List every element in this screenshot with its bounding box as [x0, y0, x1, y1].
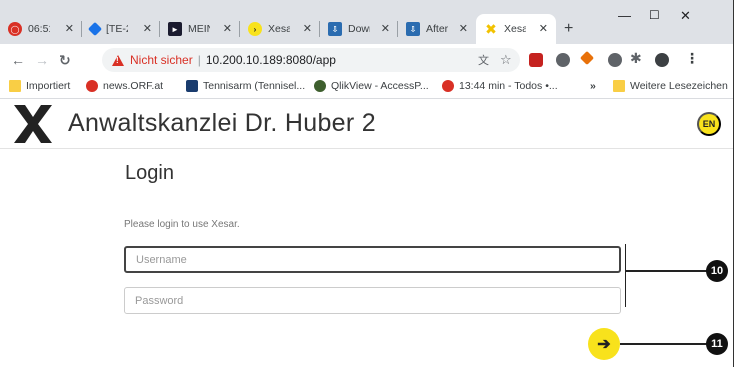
login-title: Login: [125, 162, 174, 184]
puzzle-icon[interactable]: ✱: [630, 50, 642, 67]
dark-square-icon: ►: [168, 22, 182, 36]
tab-title: 06:51: [28, 23, 50, 35]
bookmark-label: news.ORF.at: [103, 80, 164, 92]
tab-title: Xesar: [504, 23, 526, 35]
bookmark-qlikview[interactable]: QlikView - AccessP...: [314, 80, 429, 92]
red-circle-icon: ◯: [8, 22, 22, 36]
close-icon[interactable]: ✕: [303, 22, 312, 35]
app-title: Anwaltskanzlei Dr. Huber 2: [68, 109, 376, 137]
login-submit-button[interactable]: ➔: [588, 328, 620, 360]
address-separator: |: [197, 53, 201, 67]
callout-bracket: [625, 244, 626, 307]
new-tab-button[interactable]: +: [564, 20, 573, 38]
close-icon[interactable]: ✕: [539, 22, 548, 35]
close-icon[interactable]: ✕: [223, 22, 232, 35]
tab-title: Xesar: [268, 23, 290, 35]
yellow-arrow-icon: ›: [248, 22, 262, 36]
close-icon[interactable]: ✕: [65, 22, 74, 35]
back-arrow-icon[interactable]: ←: [11, 52, 25, 68]
tab-title: [TE-2: [106, 23, 128, 35]
url-text[interactable]: 10.200.10.189:8080/app: [206, 53, 336, 67]
tab-1[interactable]: ◯ 06:51 ✕: [0, 14, 82, 44]
close-window-icon[interactable]: ✕: [680, 8, 691, 24]
tab-3[interactable]: ► MEIN ✕: [160, 14, 240, 44]
bookmarks-bar: Importiert news.ORF.at Tennisarm (Tennis…: [0, 76, 733, 99]
star-icon[interactable]: ☆: [500, 52, 512, 68]
xesar-x-icon: ✖: [485, 20, 497, 37]
username-field[interactable]: [124, 246, 621, 273]
callout-line: [625, 270, 707, 272]
blue-diamond-icon: [87, 21, 103, 37]
reload-icon[interactable]: ↻: [59, 52, 71, 69]
more-menu-icon[interactable]: ⋮: [685, 50, 699, 67]
xesar-logo-icon: [14, 105, 52, 143]
login-hint: Please login to use Xesar.: [124, 219, 240, 230]
password-field[interactable]: [124, 287, 621, 314]
profile-icon[interactable]: [655, 53, 669, 67]
callout-number: 11: [706, 333, 728, 355]
bookmark-importiert[interactable]: Importiert: [9, 80, 70, 92]
app-header: Anwaltskanzlei Dr. Huber 2 EN: [0, 99, 733, 149]
bookmark-label: Importiert: [26, 80, 71, 92]
browser-toolbar: ← → ↻ ! Nicht sicher | 10.200.10.189:808…: [0, 44, 733, 76]
tab-title: After: [426, 23, 448, 35]
maximize-icon[interactable]: ☐: [649, 8, 660, 22]
orf-icon: [86, 80, 98, 92]
tab-4[interactable]: › Xesar ✕: [240, 14, 320, 44]
tab-7-active[interactable]: ✖ Xesar ✕: [476, 14, 556, 44]
tab-title: Down: [348, 23, 370, 35]
tab-strip: ◯ 06:51 ✕ [TE-2 ✕ ► MEIN ✕ › Xesar ✕ ⇩ D…: [0, 0, 733, 44]
close-icon[interactable]: ✕: [459, 22, 468, 35]
address-bar[interactable]: ! Nicht sicher | 10.200.10.189:8080/app …: [102, 48, 520, 72]
bookmark-todos[interactable]: 13:44 min - Todos •...: [442, 80, 558, 92]
circle-extension-icon[interactable]: [556, 53, 570, 67]
warning-icon: !: [112, 54, 124, 66]
clock-icon: [442, 80, 454, 92]
close-icon[interactable]: ✕: [143, 22, 152, 35]
bookmark-label: QlikView - AccessP...: [331, 80, 429, 92]
language-button[interactable]: EN: [697, 112, 721, 136]
security-label[interactable]: Nicht sicher: [130, 53, 193, 67]
tab-2[interactable]: [TE-2 ✕: [82, 14, 160, 44]
bookmark-label: Tennisarm (Tennisel...: [203, 80, 306, 92]
dot-extension-icon[interactable]: [608, 53, 622, 67]
callout-number: 10: [706, 260, 728, 282]
minimize-icon[interactable]: —: [618, 8, 631, 23]
arrow-extension-icon[interactable]: [579, 50, 595, 66]
more-icon: »: [590, 80, 596, 92]
download-icon: ⇩: [328, 22, 342, 36]
bookmark-orf[interactable]: news.ORF.at: [86, 80, 163, 92]
bookmark-label: Weitere Lesezeichen: [630, 80, 728, 92]
tab-6[interactable]: ⇩ After ✕: [398, 14, 476, 44]
tab-5[interactable]: ⇩ Down ✕: [320, 14, 398, 44]
pdf-extension-icon[interactable]: [529, 53, 543, 67]
folder-icon: [9, 80, 21, 92]
bookmarks-overflow[interactable]: »: [590, 80, 596, 92]
bookmark-label: 13:44 min - Todos •...: [459, 80, 558, 92]
qlik-icon: [314, 80, 326, 92]
translate-icon[interactable]: 文: [478, 52, 489, 68]
callout-line: [620, 343, 707, 345]
browser-window: ◯ 06:51 ✕ [TE-2 ✕ ► MEIN ✕ › Xesar ✕ ⇩ D…: [0, 0, 734, 367]
page-content: Anwaltskanzlei Dr. Huber 2 EN Login Plea…: [0, 99, 733, 367]
bookmark-weitere[interactable]: Weitere Lesezeichen: [613, 80, 728, 92]
download-icon: ⇩: [406, 22, 420, 36]
bookmark-tennisarm[interactable]: Tennisarm (Tennisel...: [186, 80, 305, 92]
bookmark-icon: [186, 80, 198, 92]
folder-icon: [613, 80, 625, 92]
forward-arrow-icon[interactable]: →: [35, 52, 49, 68]
tab-title: MEIN: [188, 23, 210, 35]
close-icon[interactable]: ✕: [381, 22, 390, 35]
